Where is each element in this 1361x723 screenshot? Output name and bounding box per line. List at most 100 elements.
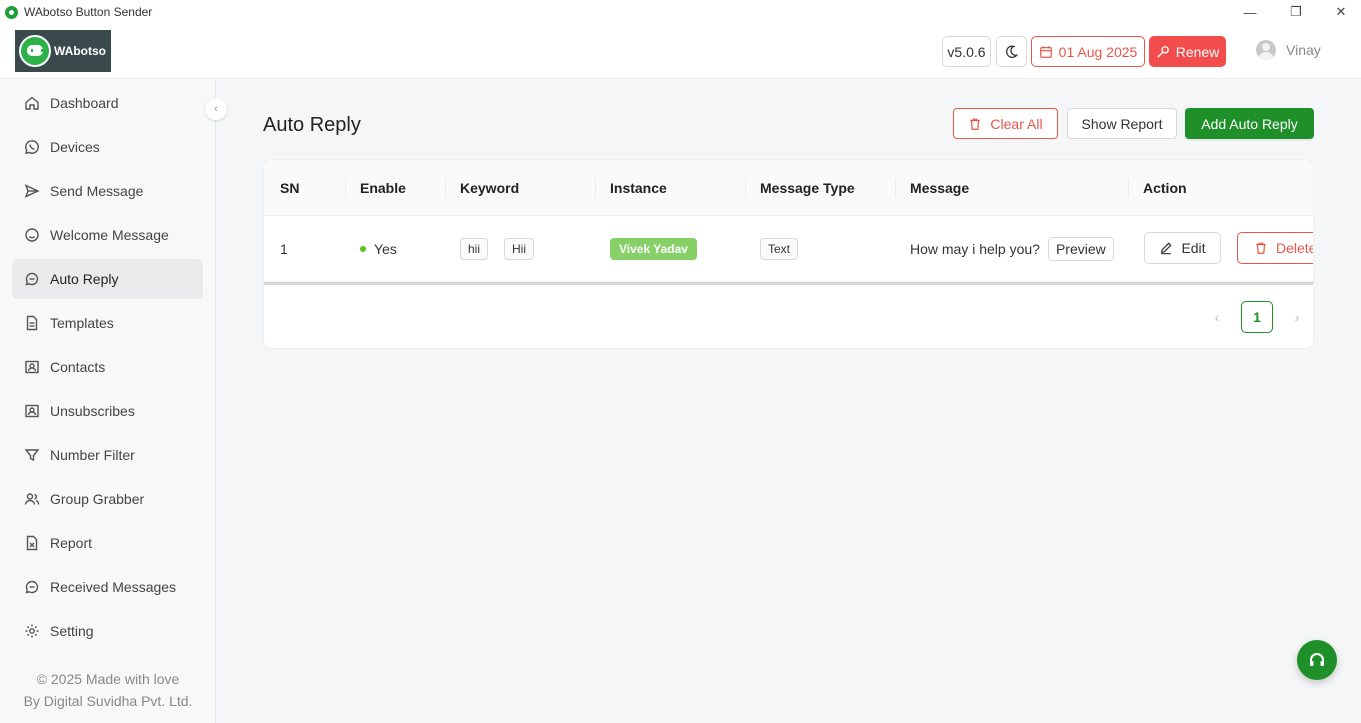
logo-text: WAbotso <box>54 44 106 58</box>
cell-message: How may i help you? Preview <box>910 216 1114 282</box>
filter-icon <box>24 449 40 462</box>
sidebar-item-welcome-message[interactable]: Welcome Message <box>12 215 203 255</box>
sidebar-item-setting[interactable]: Setting <box>12 611 203 651</box>
edit-button[interactable]: Edit <box>1144 232 1221 264</box>
column-header-message[interactable]: Message <box>910 160 969 216</box>
collapse-sidebar-button[interactable]: ‹ <box>205 98 227 120</box>
renew-label: Renew <box>1175 43 1220 60</box>
contacts-icon <box>25 360 39 374</box>
pagination-next-button[interactable]: › <box>1285 301 1309 333</box>
sidebar-item-devices[interactable]: Devices <box>12 127 203 167</box>
sidebar-item-label: Received Messages <box>50 579 177 595</box>
pagination-page-1[interactable]: 1 <box>1241 301 1273 333</box>
sidebar-item-received-messages[interactable]: Received Messages <box>12 567 203 607</box>
report-icon <box>26 535 38 551</box>
chat-icon <box>25 272 39 286</box>
support-button[interactable] <box>1297 640 1337 680</box>
column-header-sn[interactable]: SN <box>280 160 299 216</box>
app-header: WAbotso v5.0.6 01 Aug 2025 Renew Vinay <box>0 24 1361 79</box>
whatsapp-icon <box>25 140 39 155</box>
calendar-icon <box>1039 45 1052 58</box>
sidebar: Dashboard Devices Send Message Welcome M… <box>0 79 216 723</box>
edit-label: Edit <box>1181 240 1206 256</box>
column-header-action[interactable]: Action <box>1143 160 1187 216</box>
version-badge[interactable]: v5.0.6 <box>942 36 991 67</box>
footer-copyright: © 2025 Made with love <box>36 671 180 687</box>
auto-reply-table: SN Enable Keyword Instance Message Type … <box>263 159 1314 349</box>
add-auto-reply-button[interactable]: Add Auto Reply <box>1185 108 1314 139</box>
cell-enable: Yes <box>360 216 397 282</box>
send-icon <box>24 184 40 198</box>
table-row: 1 Yes hii Hii Vivek Yadav Text How may i… <box>264 216 1314 282</box>
message-text: How may i help you? <box>910 241 1040 257</box>
title-bar: WAbotso Button Sender — ❐ ✕ <box>0 0 1361 24</box>
cell-instance: Vivek Yadav <box>610 216 697 282</box>
keyword-tag: Hii <box>504 238 535 260</box>
minimize-button[interactable]: — <box>1227 0 1273 24</box>
app-icon <box>5 5 18 19</box>
sidebar-item-dashboard[interactable]: Dashboard <box>12 83 203 123</box>
user-menu[interactable]: Vinay <box>1256 40 1321 60</box>
message-type-tag: Text <box>760 238 799 260</box>
renew-button[interactable]: Renew <box>1149 36 1226 67</box>
sidebar-item-contacts[interactable]: Contacts <box>12 347 203 387</box>
sidebar-item-templates[interactable]: Templates <box>12 303 203 343</box>
cell-keyword: hii Hii <box>460 216 535 282</box>
group-icon <box>24 493 40 505</box>
user-name: Vinay <box>1286 42 1321 58</box>
gear-icon <box>25 624 39 638</box>
sidebar-item-unsubscribes[interactable]: Unsubscribes <box>12 391 203 431</box>
clear-all-label: Clear All <box>990 115 1043 132</box>
column-header-instance[interactable]: Instance <box>610 160 667 216</box>
chat-icon <box>25 580 39 594</box>
preview-button[interactable]: Preview <box>1047 237 1114 261</box>
footer-company: By Digital Suvidha Pvt. Ltd. <box>23 693 193 709</box>
sidebar-item-label: Report <box>50 535 93 551</box>
sidebar-item-number-filter[interactable]: Number Filter <box>12 435 203 475</box>
sidebar-item-label: Welcome Message <box>50 227 169 243</box>
sidebar-item-group-grabber[interactable]: Group Grabber <box>12 479 203 519</box>
column-header-keyword[interactable]: Keyword <box>460 160 519 216</box>
contacts-icon <box>25 404 39 418</box>
key-icon <box>1156 45 1169 58</box>
sidebar-item-label: Setting <box>50 623 94 639</box>
expiry-date-button[interactable]: 01 Aug 2025 <box>1031 36 1145 67</box>
page-title: Auto Reply <box>263 114 361 136</box>
logo: WAbotso <box>15 30 111 72</box>
sidebar-item-label: Contacts <box>50 359 106 375</box>
sidebar-item-label: Auto Reply <box>50 271 119 287</box>
sidebar-item-label: Dashboard <box>50 95 119 111</box>
sidebar-item-report[interactable]: Report <box>12 523 203 563</box>
delete-label: Delete <box>1276 240 1314 256</box>
smile-icon <box>25 228 39 242</box>
robot-icon <box>19 35 51 67</box>
pagination-prev-button[interactable]: ‹ <box>1205 301 1229 333</box>
column-header-enable[interactable]: Enable <box>360 160 406 216</box>
file-icon <box>26 315 38 331</box>
sidebar-item-label: Templates <box>50 315 114 331</box>
clear-all-button[interactable]: Clear All <box>953 108 1058 139</box>
theme-toggle-button[interactable] <box>996 36 1027 67</box>
horizontal-scrollbar[interactable] <box>264 282 1313 285</box>
sidebar-item-label: Number Filter <box>50 447 135 463</box>
window-title: WAbotso Button Sender <box>24 5 153 19</box>
trash-icon <box>970 118 981 130</box>
show-report-button[interactable]: Show Report <box>1067 108 1177 139</box>
cell-sn: 1 <box>280 241 288 257</box>
close-button[interactable]: ✕ <box>1318 0 1361 24</box>
delete-button[interactable]: Delete <box>1237 232 1314 264</box>
sidebar-item-label: Send Message <box>50 183 144 199</box>
keyword-tag: hii <box>460 238 489 260</box>
restore-button[interactable]: ❐ <box>1273 0 1319 24</box>
instance-badge: Vivek Yadav <box>610 238 697 260</box>
sidebar-item-send-message[interactable]: Send Message <box>12 171 203 211</box>
chevron-left-icon: ‹ <box>214 103 218 115</box>
sidebar-item-auto-reply[interactable]: Auto Reply <box>12 259 203 299</box>
sidebar-item-label: Devices <box>50 139 100 155</box>
home-icon <box>25 96 39 110</box>
sidebar-item-label: Unsubscribes <box>50 403 135 419</box>
avatar <box>1256 40 1276 60</box>
column-header-message-type[interactable]: Message Type <box>760 160 855 216</box>
status-dot <box>360 246 366 252</box>
sidebar-item-label: Group Grabber <box>50 491 145 507</box>
